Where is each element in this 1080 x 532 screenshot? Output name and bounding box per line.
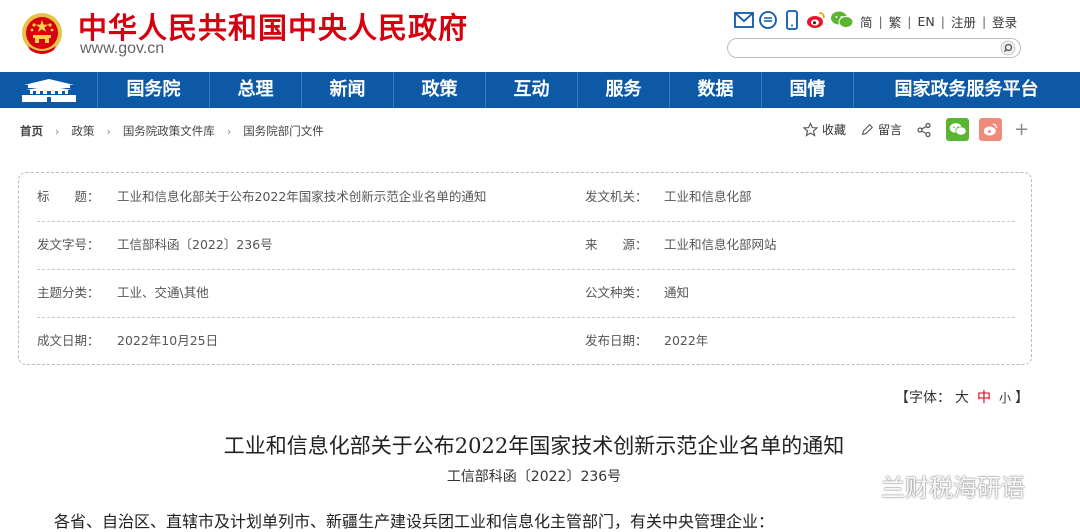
message-icon[interactable] [758,10,778,30]
issuer-label: 发文机关： [585,189,648,204]
watermark: 兰财税海研语 [843,468,1025,503]
nav-home[interactable] [0,72,98,108]
nav-item-state-council[interactable]: 国务院 [98,72,210,108]
title-label: 标 题： [37,189,100,204]
article-tools: 收藏 留言 + [803,118,1029,141]
breadcrumb-policy-library[interactable]: 国务院政策文件库 [123,123,215,139]
nav-item-service-platform[interactable]: 国家政务服务平台 [854,72,1079,108]
wechat-watermark-icon [843,473,875,497]
comment-button[interactable]: 留言 [860,121,902,138]
nav-item-premier[interactable]: 总理 [210,72,302,108]
title-value: 工业和信息化部关于公布2022年国家技术创新示范企业名单的通知 [117,189,487,204]
breadcrumb-department-docs[interactable]: 国务院部门文件 [243,123,324,139]
favorite-button[interactable]: 收藏 [803,121,846,138]
docno-value: 工信部科函〔2022〕236号 [117,237,273,252]
national-emblem-icon[interactable] [20,10,64,58]
font-size-large[interactable]: 大 [955,390,969,406]
nav-item-data[interactable]: 数据 [670,72,762,108]
share-button[interactable] [916,122,936,138]
document-info-box: 标 题： 工业和信息化部关于公布2022年国家技术创新示范企业名单的通知 发文机… [18,172,1032,365]
mail-icon[interactable] [734,10,754,30]
nav-item-policy[interactable]: 政策 [394,72,486,108]
nav-item-service[interactable]: 服务 [578,72,670,108]
wechat-icon[interactable] [830,10,854,30]
phone-icon[interactable] [782,10,802,30]
register-link[interactable]: 注册 [951,12,976,31]
source-label: 来 源： [585,237,648,252]
more-share-icon[interactable]: + [1014,119,1029,140]
share-icon [917,122,931,137]
doctype-label: 公文种类： [585,285,648,300]
pen-icon [861,123,874,135]
nav-item-news[interactable]: 新闻 [302,72,394,108]
date-label: 成文日期： [37,333,100,348]
docno-label: 发文字号： [37,237,100,252]
info-row: 主题分类： 工业、交通\其他 公文种类： 通知 [37,269,1015,318]
info-row: 成文日期： 2022年10月25日 发布日期： 2022年 [37,317,1015,365]
tiananmen-icon [21,79,76,102]
star-icon [803,122,818,137]
nav-item-interaction[interactable]: 互动 [486,72,578,108]
main-nav: 国务院 总理 新闻 政策 互动 服务 数据 国情 国家政务服务平台 [0,72,1080,108]
font-size-small[interactable]: 小 [999,391,1011,405]
breadcrumb-chevron-icon: › [55,124,60,138]
search-icon[interactable] [1000,40,1016,56]
article-body-first-line: 各省、自治区、直辖市及计划单列市、新疆生产建设兵团工业和信息化主管部门，有关中央… [54,512,775,531]
breadcrumb-chevron-icon: › [226,124,232,138]
nav-item-national-info[interactable]: 国情 [762,72,854,108]
wechat-icon [949,123,967,136]
weibo-icon[interactable] [806,10,826,30]
site-url: www.gov.cn [80,40,165,57]
doctype-value: 通知 [664,285,690,300]
info-row: 标 题： 工业和信息化部关于公布2022年国家技术创新示范企业名单的通知 发文机… [37,173,1015,222]
lang-traditional-link[interactable]: 繁 [889,12,902,31]
search-input[interactable] [738,40,988,55]
topic-label: 主题分类： [37,285,100,300]
topic-value: 工业、交通\其他 [117,285,209,300]
font-size-control: 【字体：大中小】 [895,390,1030,406]
source-value: 工业和信息化部网站 [664,237,777,252]
weibo-icon [983,123,998,136]
site-header: 中华人民共和国中央人民政府 www.gov.cn 简 | 繁 | EN | 注册… [0,0,1080,72]
lang-simplified-link[interactable]: 简 [860,12,873,31]
pubdate-label: 发布日期： [585,333,648,348]
article-title: 工业和信息化部关于公布2022年国家技术创新示范企业名单的通知 [223,434,845,458]
search-box [727,38,1021,58]
breadcrumb: 首页 › 政策 › 国务院政策文件库 › 国务院部门文件 [20,123,324,139]
wechat-share-button[interactable] [946,118,970,141]
top-share-icons [734,10,858,30]
breadcrumb-policy[interactable]: 政策 [71,123,94,139]
breadcrumb-home[interactable]: 首页 [20,123,43,139]
breadcrumb-chevron-icon: › [106,124,111,138]
top-links: 简 | 繁 | EN | 注册 | 登录 [860,12,1018,31]
lang-english-link[interactable]: EN [917,14,934,29]
issuer-value: 工业和信息化部 [664,189,752,204]
date-value: 2022年10月25日 [117,333,219,348]
login-link[interactable]: 登录 [992,12,1017,31]
font-size-medium[interactable]: 中 [977,390,991,406]
pubdate-value: 2022年 [664,333,709,348]
info-row: 发文字号： 工信部科函〔2022〕236号 来 源： 工业和信息化部网站 [37,221,1015,270]
weibo-share-button[interactable] [979,118,1003,141]
